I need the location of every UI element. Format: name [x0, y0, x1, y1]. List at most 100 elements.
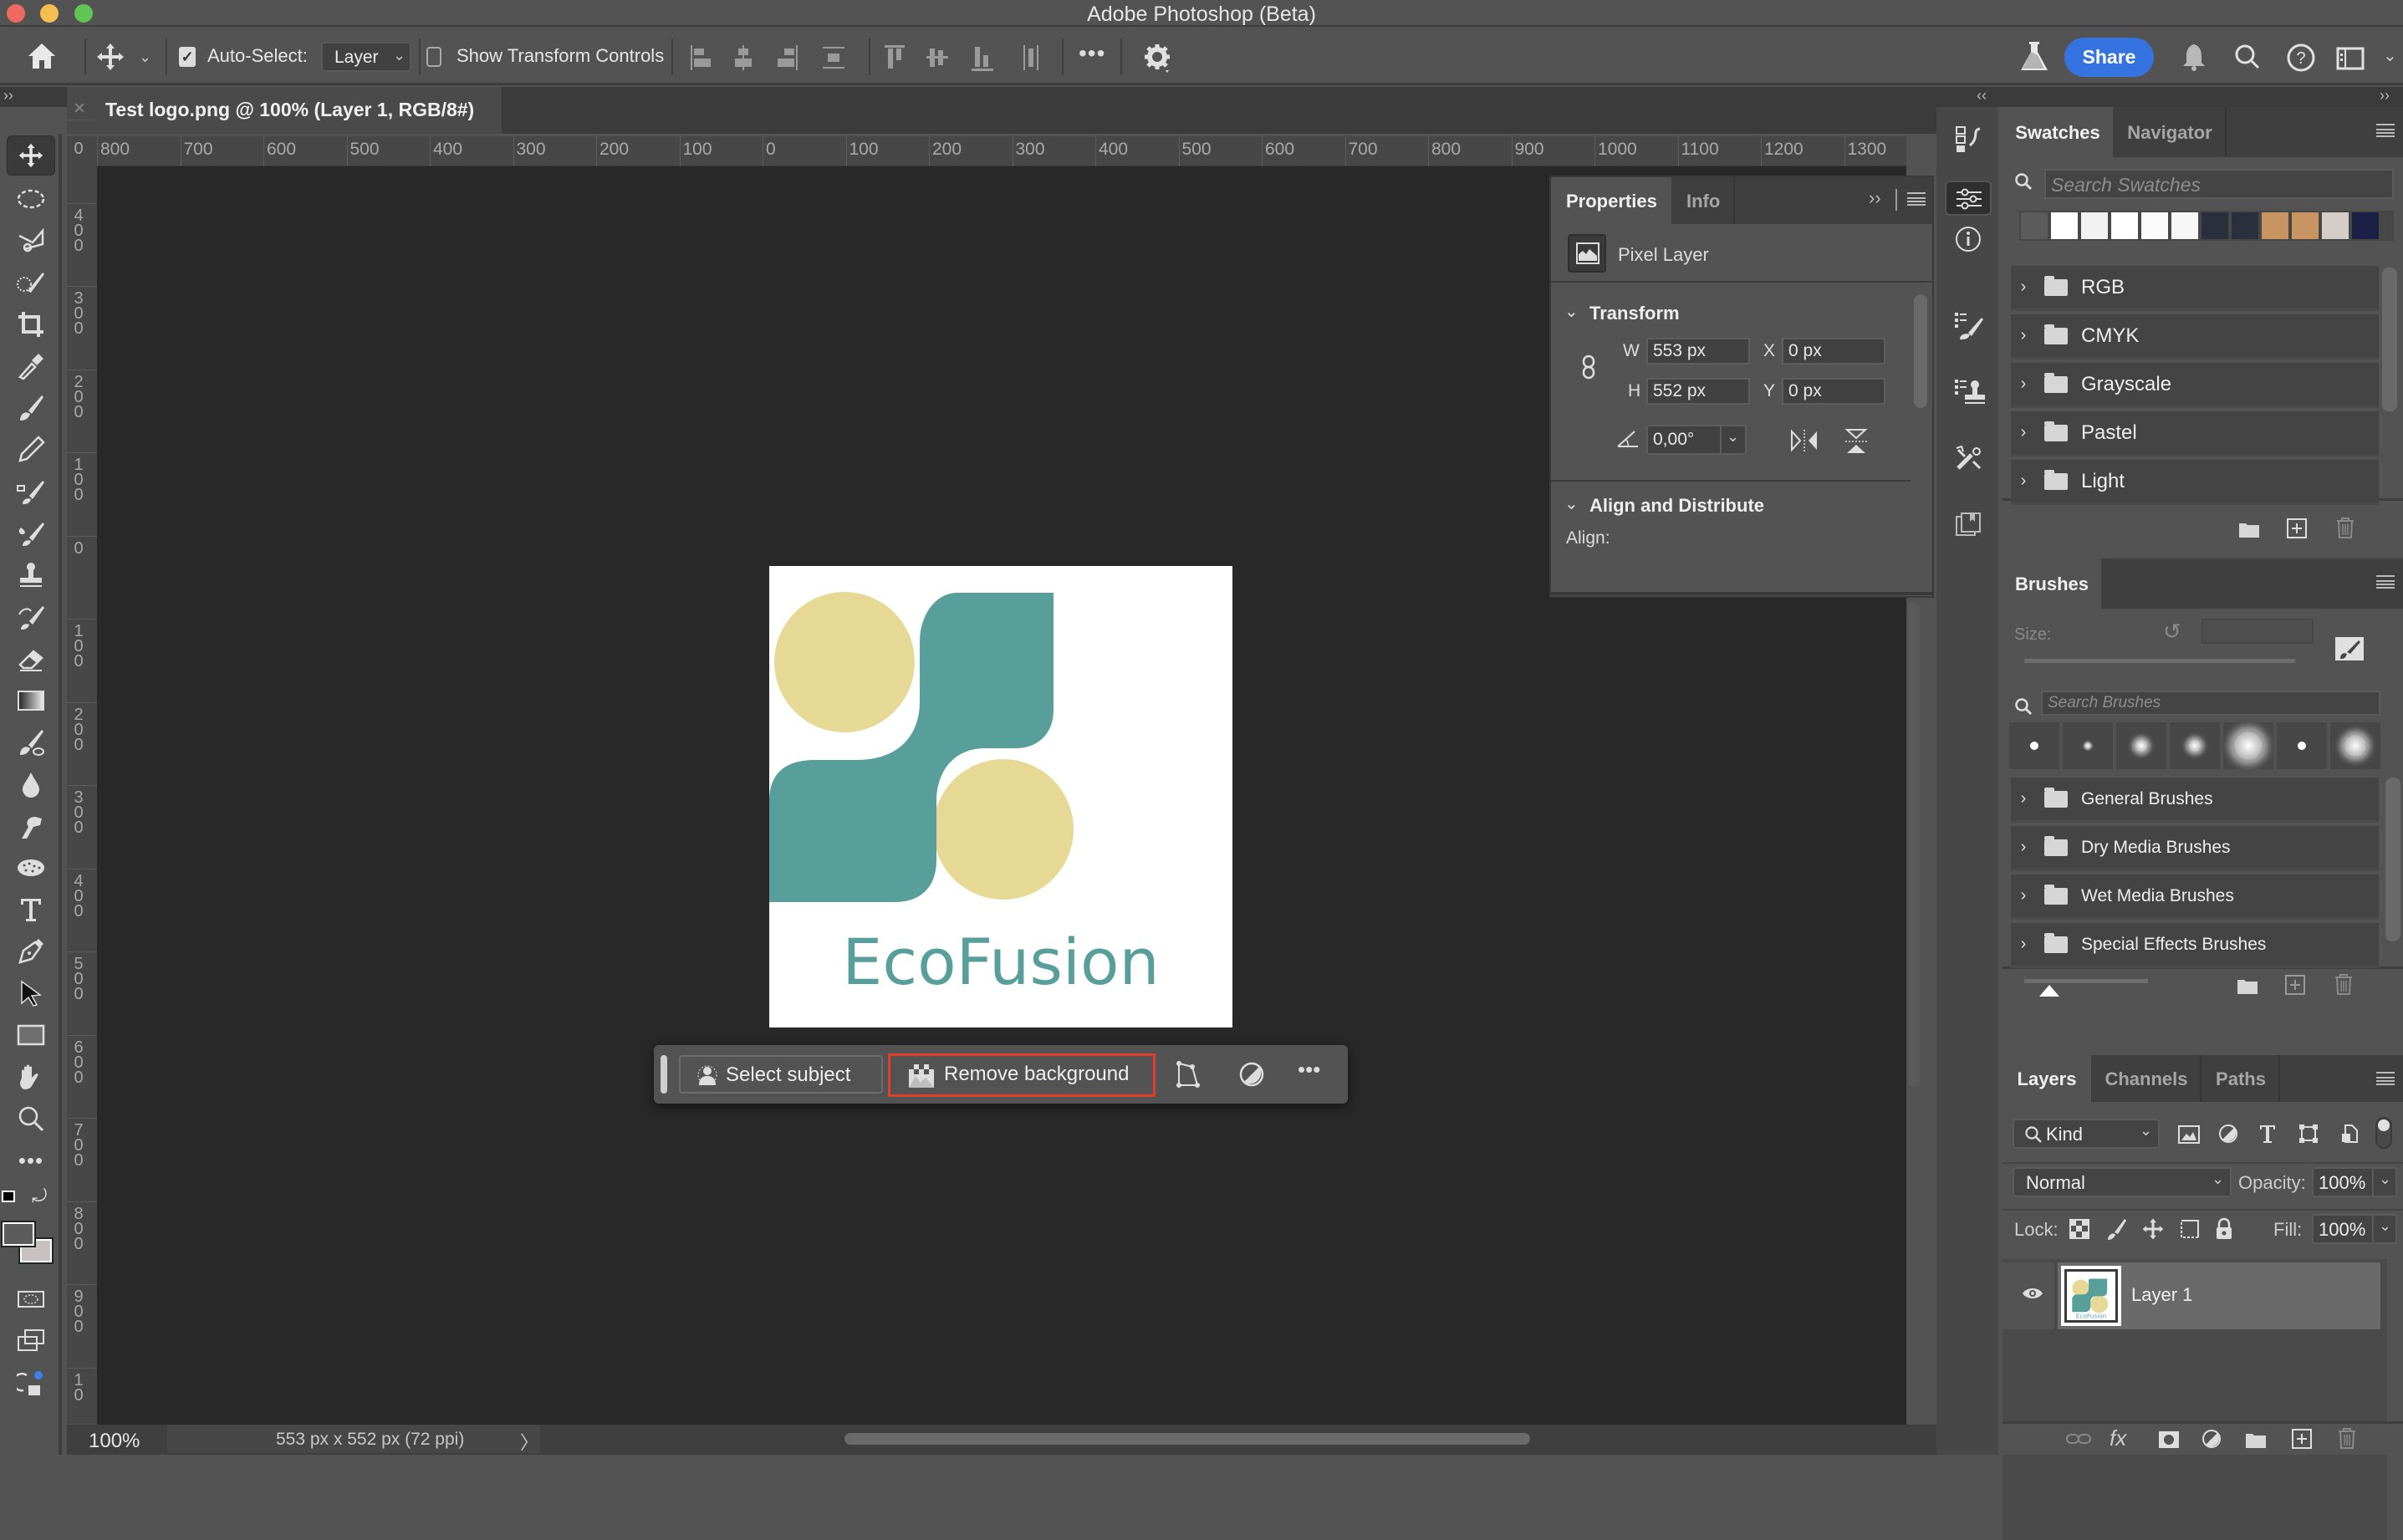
panel-menu-icon[interactable] — [2376, 1072, 2395, 1085]
swatch[interactable] — [2051, 212, 2078, 239]
blend-mode-dropdown[interactable]: Normal ⌄ — [2013, 1167, 2232, 1197]
link-layers-icon[interactable] — [2066, 1432, 2091, 1446]
fill-field[interactable]: 100% ⌄ — [2312, 1214, 2397, 1244]
clone-source-panel-icon[interactable] — [1953, 378, 1985, 406]
slider-handle[interactable] — [2039, 985, 2059, 997]
swatch[interactable] — [2141, 212, 2168, 239]
remove-background-button[interactable]: Remove background — [888, 1053, 1156, 1097]
new-adjustment-layer-icon[interactable] — [2201, 1429, 2223, 1451]
status-menu-arrow-icon[interactable]: 〉 — [520, 1428, 538, 1455]
brush-tool[interactable] — [7, 388, 55, 428]
brush-tip-preset[interactable] — [2116, 722, 2166, 769]
filter-pixel-layers-icon[interactable] — [2178, 1125, 2200, 1144]
expand-panels-icon[interactable]: ‹‹ — [1977, 87, 1987, 105]
document-tab[interactable]: × Test logo.png @ 100% (Layer 1, RGB/8#) — [67, 87, 502, 134]
brush-tip-preset[interactable] — [2009, 722, 2059, 769]
brush-tip-preset[interactable] — [2223, 722, 2273, 769]
filter-toggle-switch[interactable] — [2375, 1117, 2392, 1149]
show-transform-checkbox[interactable] — [426, 47, 441, 67]
vertical-ruler[interactable]: 0 400 300 200 100 0 100 200 300 400 500 600 700 800 90… — [67, 120, 97, 1424]
panel-menu-icon[interactable] — [2376, 124, 2395, 137]
settings-gear-icon[interactable] — [1144, 43, 1172, 74]
swatch-group[interactable]: › Pastel — [2011, 411, 2379, 456]
tab-brushes[interactable]: Brushes — [2002, 558, 2101, 609]
swatch[interactable] — [2292, 212, 2319, 239]
collapse-panel-icon[interactable]: ›› — [1869, 187, 1881, 209]
y-position-field[interactable]: 0 px — [1782, 378, 1885, 405]
swatch[interactable] — [2232, 212, 2258, 239]
doc-info-field[interactable]: 553 px x 552 px (72 ppi) 〉 — [167, 1425, 540, 1453]
gradient-tool[interactable] — [7, 681, 55, 721]
brush-group[interactable]: › General Brushes — [2011, 778, 2379, 823]
sponge-tool[interactable] — [7, 848, 55, 888]
tab-channels[interactable]: Channels — [2093, 1055, 2201, 1102]
workspace-chevron-icon[interactable]: ⌄ — [2383, 45, 2397, 66]
angle-field[interactable]: 0,00° ⌄ — [1646, 425, 1747, 455]
blur-tool[interactable] — [7, 764, 55, 804]
brush-tip-preset[interactable] — [2170, 722, 2220, 769]
zoom-level[interactable]: 100% — [89, 1430, 140, 1453]
expand-toolbar-icon[interactable]: ›› — [3, 87, 13, 105]
panel-menu-icon[interactable] — [1907, 192, 1926, 206]
new-swatch-group-icon[interactable] — [2238, 520, 2260, 538]
tab-paths[interactable]: Paths — [2203, 1055, 2280, 1102]
swatch[interactable] — [2081, 212, 2108, 239]
layer-effects-fx-icon[interactable]: fx — [2110, 1425, 2126, 1451]
comments-library-panel-icon[interactable] — [1955, 512, 1982, 538]
fill-chevron-icon[interactable]: ⌄ — [2379, 1217, 2391, 1235]
more-options-button[interactable]: ••• — [1079, 40, 1105, 67]
search-brushes-input[interactable]: Search Brushes — [2041, 691, 2380, 716]
opacity-field[interactable]: 100% ⌄ — [2312, 1167, 2397, 1197]
hand-tool[interactable] — [7, 1057, 55, 1097]
delete-swatch-icon[interactable] — [2335, 517, 2355, 538]
brush-group[interactable]: › Dry Media Brushes — [2011, 826, 2379, 871]
close-tab-icon[interactable]: × — [74, 97, 85, 120]
filter-shape-layers-icon[interactable] — [2298, 1124, 2319, 1144]
rectangle-tool[interactable] — [7, 1015, 55, 1055]
angle-dropdown-chevron-icon[interactable]: ⌄ — [1727, 428, 1739, 446]
notifications-bell-icon[interactable] — [2181, 43, 2207, 73]
auto-select-dropdown[interactable]: Layer ⌄ — [321, 42, 411, 72]
filter-smart-objects-icon[interactable] — [2340, 1124, 2359, 1144]
collapse-panels-icon[interactable]: ›› — [2380, 87, 2390, 105]
move-tool[interactable] — [7, 135, 55, 176]
panel-menu-icon[interactable] — [2376, 575, 2395, 589]
transform-selection-icon[interactable] — [1176, 1060, 1201, 1089]
tool-presets-panel-icon[interactable] — [1955, 445, 1983, 472]
brush-size-field[interactable] — [2201, 619, 2314, 644]
history-brush-tool[interactable] — [7, 472, 55, 512]
eyedropper-tool[interactable] — [7, 346, 55, 386]
drag-handle[interactable] — [661, 1055, 667, 1094]
search-swatches-input[interactable]: Search Swatches — [2044, 169, 2394, 199]
default-colors-icon[interactable] — [2, 1191, 15, 1202]
add-layer-mask-icon[interactable] — [2158, 1430, 2180, 1449]
lasso-tool[interactable] — [7, 221, 55, 261]
layer-name[interactable]: Layer 1 — [2131, 1284, 2192, 1306]
help-icon[interactable]: ? — [2286, 43, 2316, 73]
screen-mode-button[interactable] — [7, 1321, 55, 1361]
paint-bucket-tool[interactable] — [7, 722, 55, 762]
workspace-icon[interactable] — [2336, 47, 2365, 70]
zoom-tool[interactable] — [7, 1099, 55, 1139]
swatch[interactable] — [2111, 212, 2138, 239]
brush-size-slider[interactable] — [2024, 659, 2295, 663]
brush-group[interactable]: › Special Effects Brushes — [2011, 923, 2379, 968]
search-icon[interactable] — [2234, 43, 2261, 70]
brush-settings-panel-icon[interactable] — [1953, 311, 1985, 339]
history-panel-icon[interactable] — [1955, 125, 1983, 154]
panel-resize-handle[interactable] — [1551, 592, 1932, 595]
brush-group[interactable]: › Wet Media Brushes — [2011, 875, 2379, 920]
pencil-tool[interactable] — [7, 430, 55, 470]
layer-row[interactable]: EcoFusion Layer 1 — [2002, 1262, 2387, 1329]
swatch-group[interactable]: › CMYK — [2011, 314, 2379, 360]
brushes-scrollbar[interactable] — [2385, 778, 2400, 941]
new-group-icon[interactable] — [2245, 1430, 2267, 1449]
delete-layer-icon[interactable] — [2337, 1427, 2357, 1449]
new-brush-preset-button[interactable] — [2335, 637, 2364, 660]
tab-layers[interactable]: Layers — [2002, 1055, 2091, 1102]
new-layer-icon[interactable] — [2292, 1429, 2312, 1449]
vertical-scrollbar[interactable] — [1908, 602, 1920, 1087]
auto-select-checkbox[interactable]: ✓ — [179, 47, 196, 67]
width-field[interactable]: 553 px — [1646, 338, 1750, 365]
height-field[interactable]: 552 px — [1646, 378, 1750, 405]
